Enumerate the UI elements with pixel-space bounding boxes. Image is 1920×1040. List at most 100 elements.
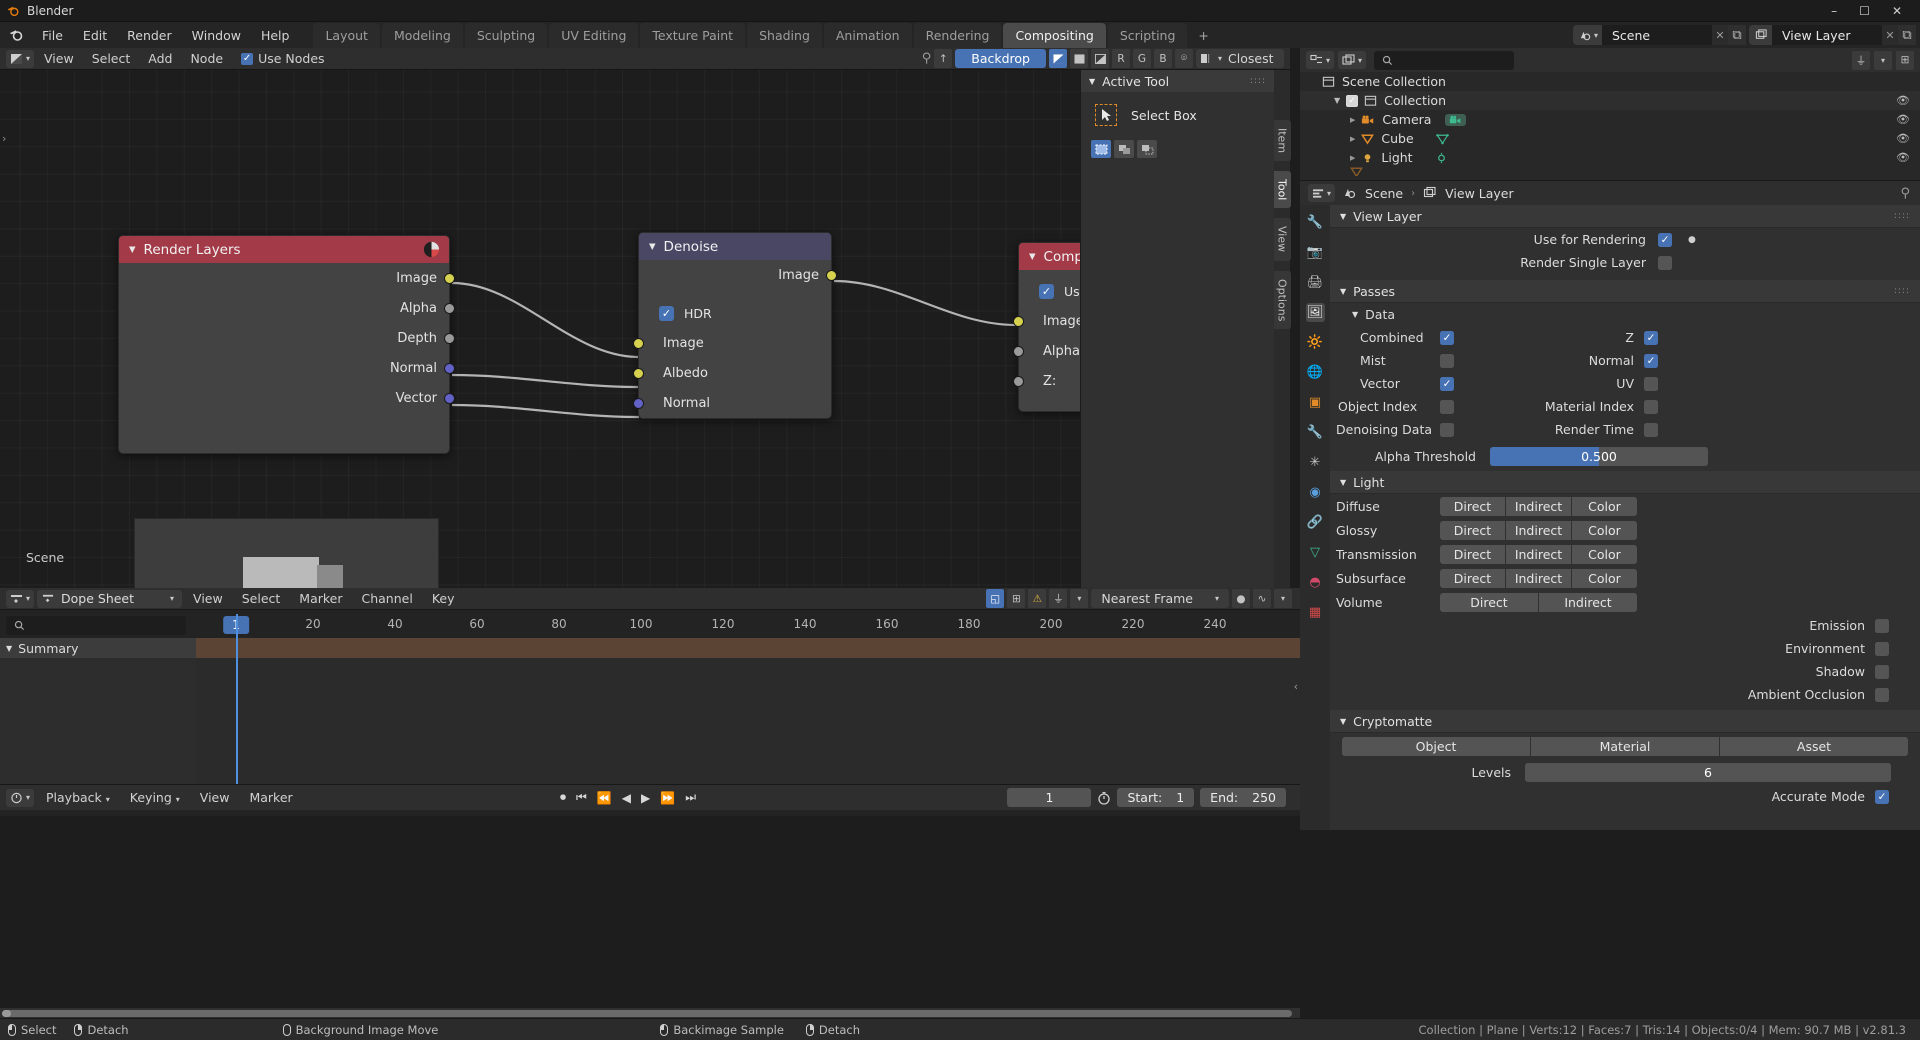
mode-set-button[interactable] <box>1091 140 1111 158</box>
only-errors-button[interactable]: ⚠ <box>1028 589 1047 608</box>
tab-object[interactable]: ▣ <box>1306 393 1325 412</box>
tab-material[interactable]: ◓ <box>1306 573 1325 592</box>
animate-property-dot-icon[interactable]: ● <box>1688 235 1696 245</box>
tab-physics[interactable]: ◉ <box>1306 483 1325 502</box>
ambient-occlusion-checkbox[interactable] <box>1875 687 1889 702</box>
dope-sheet-mode-dropdown[interactable]: Dope Sheet ▾ <box>37 589 183 608</box>
collapse-triangle-icon[interactable]: ▼ <box>1029 252 1036 262</box>
dope-menu-view[interactable]: View <box>185 589 231 608</box>
pass-checkbox[interactable] <box>1440 422 1454 437</box>
dope-menu-select[interactable]: Select <box>234 589 289 608</box>
subsection-data[interactable]: ▼ Data <box>1330 303 1920 326</box>
view-layer-new-button[interactable]: ⧉ <box>1898 25 1916 45</box>
snap-toggle-button[interactable]: ⌾ <box>1175 49 1193 68</box>
keyframe-area[interactable]: ‹ <box>196 638 1300 786</box>
disclosure-triangle-icon[interactable]: ▶ <box>1350 116 1355 124</box>
tab-tool[interactable]: 🔧 <box>1306 213 1325 232</box>
output-socket-row[interactable]: Depth <box>119 323 455 353</box>
pass-checkbox[interactable] <box>1440 376 1454 391</box>
record-button[interactable]: ⏺ <box>560 790 566 805</box>
socket-depth-out[interactable] <box>444 333 455 344</box>
pass-checkbox[interactable] <box>1644 399 1658 414</box>
node-menu-view[interactable]: View <box>36 49 82 68</box>
dope-menu-key[interactable]: Key <box>424 589 463 608</box>
frame-start-field[interactable]: Start: 1 <box>1117 788 1195 807</box>
outliner-filter-dropdown[interactable]: ▾ <box>1874 50 1892 70</box>
filter-dropdown-button[interactable]: ▾ <box>1070 589 1089 608</box>
output-socket-row[interactable]: Image <box>639 260 837 290</box>
upload-button[interactable]: ↑ <box>934 49 953 68</box>
outliner-row-collection[interactable]: ▼ ✓ Collection 👁 <box>1300 91 1920 110</box>
view-layer-unlink-button[interactable]: ✕ <box>1882 25 1898 45</box>
disclosure-triangle-icon[interactable]: ▼ <box>1334 96 1340 105</box>
editor-type-button[interactable]: ▾ <box>6 49 35 68</box>
pass-checkbox[interactable] <box>1644 353 1658 368</box>
collapse-triangle-icon[interactable]: ▼ <box>6 644 12 653</box>
use-nodes-checkbox[interactable] <box>241 52 254 65</box>
pass-checkbox[interactable] <box>1440 353 1454 368</box>
tab-view-layer[interactable]: 🖼 <box>1305 303 1325 322</box>
editor-type-button[interactable]: ▾ <box>6 589 35 608</box>
menu-help[interactable]: Help <box>251 25 300 46</box>
tab-shading[interactable]: Shading <box>747 22 822 48</box>
channel-g-button[interactable]: G <box>1133 49 1151 68</box>
tab-animation[interactable]: Animation <box>823 22 912 48</box>
scrollbar-track[interactable] <box>2 1010 1292 1017</box>
tab-data[interactable]: ▽ <box>1306 543 1325 562</box>
scene-icon[interactable]: ▾ <box>1572 25 1602 45</box>
tab-modifiers[interactable]: 🔧 <box>1306 423 1325 442</box>
camera-data-icon[interactable] <box>1445 113 1467 126</box>
tab-compositing[interactable]: Compositing <box>1003 22 1106 48</box>
scene-new-button[interactable]: ⧉ <box>1728 25 1746 45</box>
output-socket-row[interactable]: Vector <box>119 383 455 413</box>
socket-image-in[interactable] <box>633 338 644 349</box>
view-layer-icon[interactable] <box>1749 25 1772 45</box>
filter-button[interactable]: ⏚ <box>1049 589 1068 608</box>
socket-image-in[interactable] <box>1013 316 1024 327</box>
playhead[interactable] <box>236 614 238 786</box>
pin-icon[interactable]: ⚲ <box>922 51 932 66</box>
light-data-icon[interactable] <box>1435 152 1448 164</box>
tab-uv-editing[interactable]: UV Editing <box>549 22 639 48</box>
tab-sculpting[interactable]: Sculpting <box>464 22 548 48</box>
visibility-eye-icon[interactable]: 👁 <box>1896 94 1910 107</box>
scene-unlink-button[interactable]: ✕ <box>1712 25 1728 45</box>
node-menu-node[interactable]: Node <box>182 49 231 68</box>
volume-direct-button[interactable]: Direct <box>1440 592 1538 612</box>
node-denoise[interactable]: ▼ Denoise Image HDR Image <box>633 232 837 419</box>
section-view-layer[interactable]: ▼ View Layer :::: <box>1330 205 1920 228</box>
next-keyframe-button[interactable]: ⏩ <box>660 791 675 805</box>
collapse-triangle-icon[interactable]: ▼ <box>649 242 656 252</box>
stopwatch-icon[interactable] <box>1097 791 1111 805</box>
bottom-horizontal-scrollbar[interactable] <box>0 1008 1300 1018</box>
channel-search-input[interactable] <box>6 616 186 635</box>
prev-keyframe-button[interactable]: ⏪ <box>597 791 612 805</box>
proportional-edit-button[interactable]: ◱ <box>986 589 1005 608</box>
pass-checkbox[interactable] <box>1440 330 1454 345</box>
shadow-checkbox[interactable] <box>1875 664 1889 679</box>
tab-output[interactable]: 🖨 <box>1306 273 1325 292</box>
collapse-triangle-icon[interactable]: ▼ <box>129 245 136 255</box>
hdr-toggle[interactable]: HDR <box>639 298 831 328</box>
diffuse-indirect-button[interactable]: Indirect <box>1506 496 1571 516</box>
mode-subtract-button[interactable] <box>1137 140 1157 158</box>
outliner-display-mode-button[interactable]: ▾ <box>1338 51 1367 69</box>
channel-summary-row[interactable]: ▼ Summary <box>0 638 196 658</box>
visibility-eye-icon[interactable]: 👁 <box>1896 132 1910 145</box>
scrollbar-knob[interactable] <box>2 1010 11 1017</box>
view-layer-selector[interactable]: View Layer ✕ ⧉ <box>1749 25 1916 45</box>
node-render-layers[interactable]: ▼ Render Layers Image Alpha Depth Normal… <box>118 235 455 588</box>
properties-editor-type-button[interactable]: ▾ <box>1308 184 1336 202</box>
accurate-mode-checkbox[interactable] <box>1875 789 1889 804</box>
sidebar-tab-view[interactable]: View <box>1273 218 1291 261</box>
collapse-triangle-icon[interactable]: ▼ <box>1352 310 1358 319</box>
node-menu-select[interactable]: Select <box>84 49 139 68</box>
interpolation-dropdown[interactable]: ▾ <box>1274 589 1292 608</box>
sidebar-tab-options[interactable]: Options <box>1273 270 1291 329</box>
subsurface-color-button[interactable]: Color <box>1572 568 1637 588</box>
socket-normal-in[interactable] <box>633 398 644 409</box>
minimize-button[interactable]: – <box>1831 4 1837 18</box>
node-header[interactable]: ▼ Render Layers <box>119 236 449 263</box>
transmission-color-button[interactable]: Color <box>1572 544 1637 564</box>
snap-mode-dropdown[interactable]: ▾ Closest <box>1196 49 1284 68</box>
